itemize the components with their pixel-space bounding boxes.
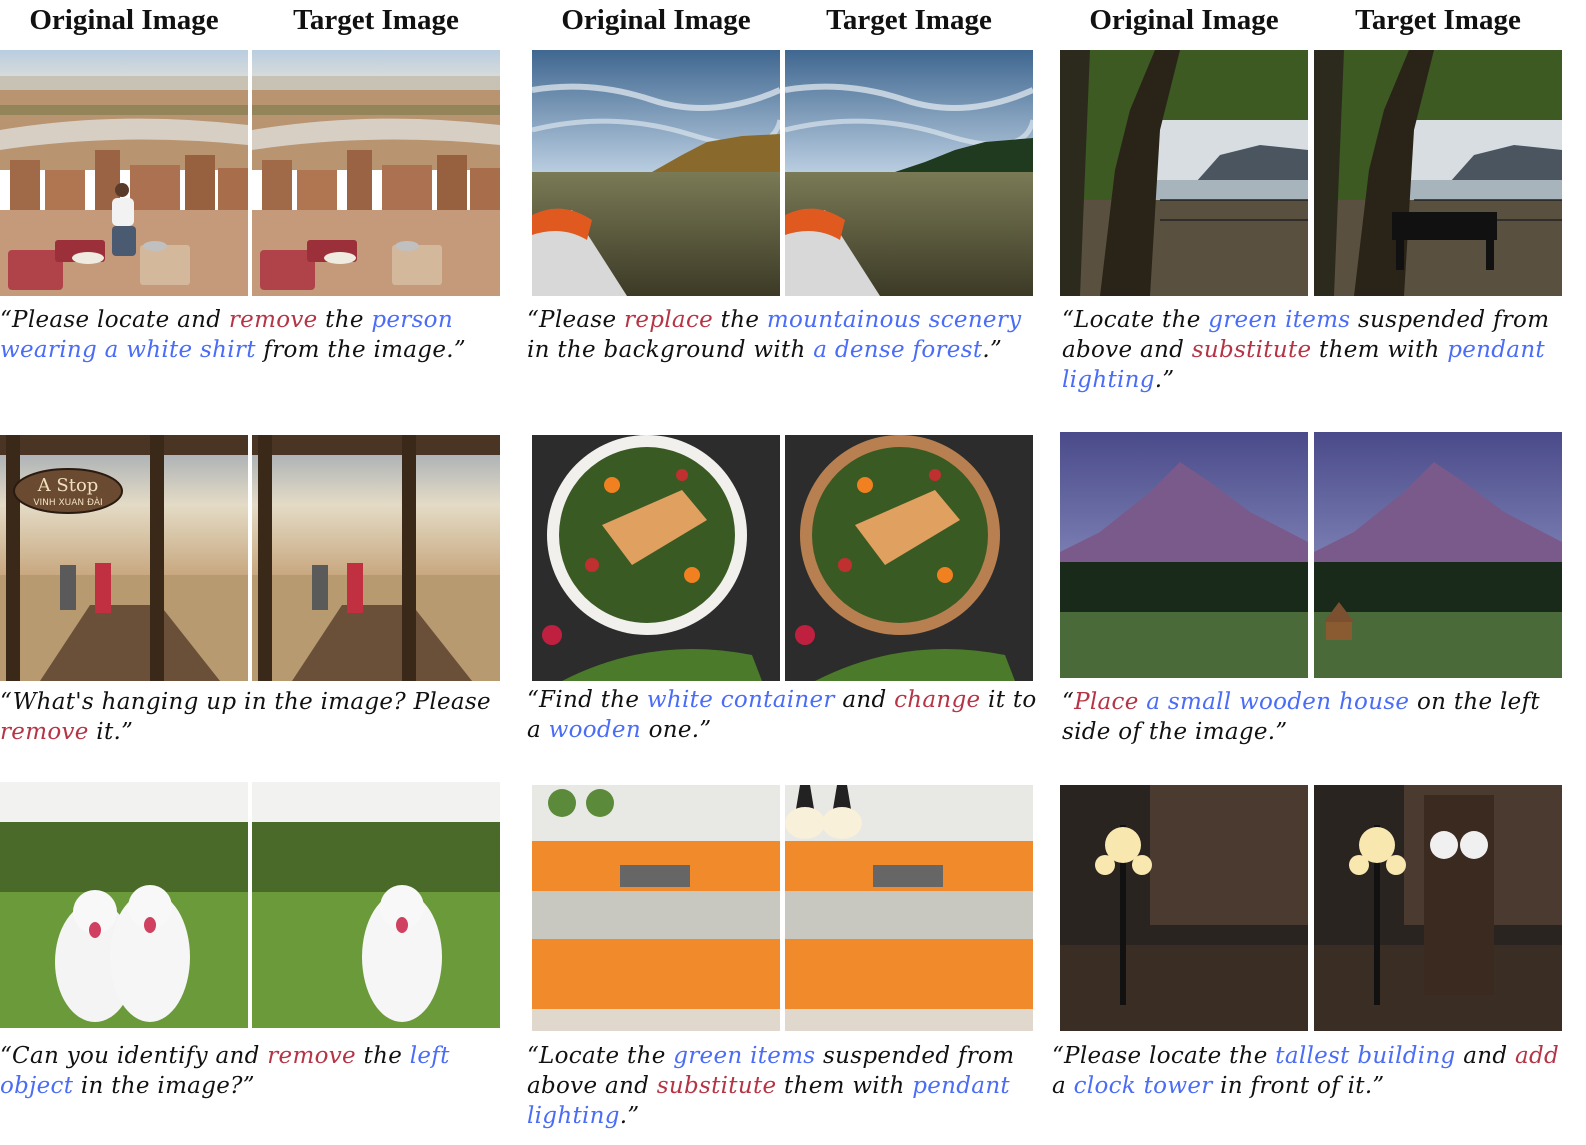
caption-segment-red: remove: [228, 307, 318, 333]
caption-segment-plain: “What's hanging up in the image? Please: [0, 689, 491, 715]
caption-pier: “What's hanging up in the image? Please …: [0, 687, 505, 747]
caption-segment-plain: “Find the: [527, 687, 647, 713]
caption-segment-plain: and: [834, 687, 895, 713]
kitchen-original-image: [532, 785, 780, 1031]
caption-segment-plain: “Please locate and: [0, 307, 229, 333]
caption-segment-plain: the: [317, 307, 372, 333]
lake-target-image: [785, 50, 1033, 296]
caption-segment-red: remove: [0, 719, 89, 745]
caption-segment-plain: in the background with: [527, 337, 814, 363]
caption-segment-plain: one.”: [640, 717, 712, 743]
caption-segment-plain: “Please: [527, 307, 625, 333]
lake-original-image: [532, 50, 780, 296]
caption-segment-plain: a: [1052, 1073, 1074, 1099]
kasbah-target-image: [252, 50, 500, 296]
caption-segment-plain: .”: [982, 337, 1003, 363]
caption-segment-plain: in the image?”: [73, 1073, 255, 1099]
caption-segment-plain: .”: [1154, 367, 1175, 393]
caption-segment-plain: “Please locate the: [1052, 1043, 1276, 1069]
caption-segment-red: Place: [1074, 689, 1139, 715]
sign-text-stop: A Stop: [37, 475, 99, 496]
caption-segment-blue: a dense forest: [813, 337, 983, 363]
caption-kitchen: “Locate the green items suspended from a…: [527, 1041, 1032, 1131]
caption-tree: “Locate the green items suspended from a…: [1062, 305, 1572, 395]
caption-segment-plain: the: [713, 307, 767, 333]
caption-street: “Please locate the tallest building and …: [1052, 1041, 1572, 1101]
kasbah-original-image: [0, 50, 248, 296]
caption-segment-plain: “Locate the: [1062, 307, 1209, 333]
caption-segment-blue: white container: [646, 687, 835, 713]
pier-original-image: A Stop VINH XUAN ĐÀI: [0, 435, 248, 681]
caption-segment-plain: “: [1062, 689, 1075, 715]
caption-segment-plain: “Locate the: [527, 1043, 674, 1069]
caption-salad: “Find the white container and change it …: [527, 685, 1037, 745]
mountain-original-image: [1060, 432, 1308, 678]
kitchen-target-image: [785, 785, 1033, 1031]
caption-segment-red: replace: [624, 307, 714, 333]
caption-segment-plain: in front of it.”: [1212, 1073, 1385, 1099]
caption-segment-plain: “Can you identify and: [0, 1043, 268, 1069]
caption-mountain: “Place a small wooden house on the left …: [1062, 687, 1572, 747]
column-header-target-2: Target Image: [826, 4, 992, 36]
tree-target-image: [1314, 50, 1562, 296]
dogs-target-image: [252, 782, 500, 1028]
salad-original-image: [532, 435, 780, 681]
tree-original-image: [1060, 50, 1308, 296]
caption-segment-plain: the: [355, 1043, 410, 1069]
pier-target-image: [252, 435, 500, 681]
caption-segment-red: change: [894, 687, 981, 713]
caption-segment-red: substitute: [1191, 337, 1312, 363]
caption-segment-blue: clock tower: [1073, 1073, 1213, 1099]
caption-segment-blue: a small wooden house: [1146, 689, 1410, 715]
caption-dogs: “Can you identify and remove the left ob…: [0, 1041, 505, 1101]
street-target-image: [1314, 785, 1562, 1031]
dogs-original-image: [0, 782, 248, 1028]
caption-segment-plain: it.”: [88, 719, 134, 745]
mountain-target-image: [1314, 432, 1562, 678]
caption-segment-blue: green items: [673, 1043, 816, 1069]
caption-segment-plain: them with: [776, 1073, 913, 1099]
column-header-original-3: Original Image: [1089, 4, 1279, 36]
column-header-original-2: Original Image: [561, 4, 751, 36]
salad-target-image: [785, 435, 1033, 681]
column-header-target-1: Target Image: [293, 4, 459, 36]
caption-segment-plain: them with: [1311, 337, 1448, 363]
caption-segment-red: remove: [267, 1043, 356, 1069]
caption-segment-red: substitute: [656, 1073, 777, 1099]
caption-segment-blue: green items: [1208, 307, 1351, 333]
caption-segment-plain: and: [1455, 1043, 1515, 1069]
caption-segment-plain: .”: [619, 1103, 640, 1129]
caption-segment-red: add: [1514, 1043, 1560, 1069]
sign-text-vinh: VINH XUAN ĐÀI: [33, 496, 102, 508]
caption-kasbah: “Please locate and remove the person wea…: [0, 305, 505, 365]
column-header-target-3: Target Image: [1355, 4, 1521, 36]
caption-segment-plain: from the image.”: [255, 337, 466, 363]
caption-lake: “Please replace the mountainous scenery …: [527, 305, 1027, 365]
column-header-original-1: Original Image: [29, 4, 219, 36]
caption-segment-blue: mountainous scenery: [766, 307, 1022, 333]
caption-segment-blue: tallest building: [1275, 1043, 1456, 1069]
caption-segment-blue: wooden: [548, 717, 641, 743]
street-original-image: [1060, 785, 1308, 1031]
